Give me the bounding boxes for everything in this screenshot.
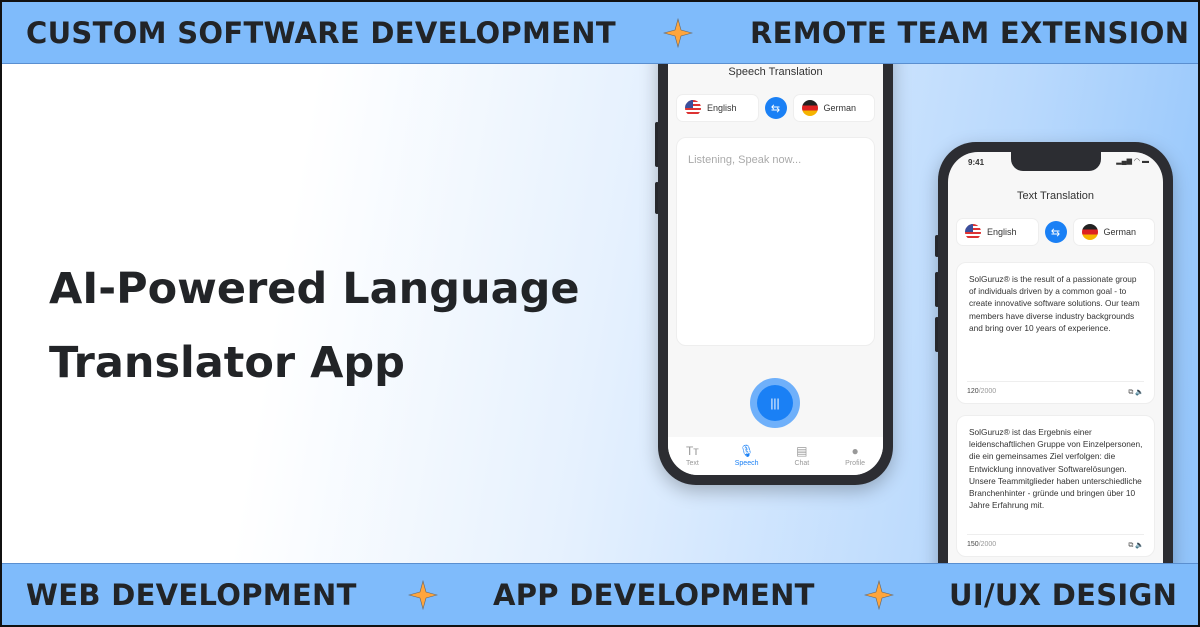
tab-profile[interactable]: ● Profile <box>845 444 866 468</box>
sparkle-icon <box>408 579 438 610</box>
target-language-select[interactable]: German <box>1072 218 1155 246</box>
tab-label: Profile <box>845 460 866 467</box>
lang-label: English <box>987 227 1017 237</box>
copy-speaker-icons[interactable]: ⧉ 🔈 <box>1128 541 1144 550</box>
translated-text-card: SolGuruz® ist das Ergebnis einer leidens… <box>956 415 1155 557</box>
text-phone: 9:41 ▂▄▆ ◠ ▬ Text Translation English ⇆ … <box>938 142 1173 625</box>
tab-speech[interactable]: 🎙 Speech <box>734 444 759 468</box>
tab-text[interactable]: Tт Text <box>685 444 699 468</box>
bottom-banner: WEB DEVELOPMENT APP DEVELOPMENT UI/UX DE… <box>2 563 1198 625</box>
source-text-card[interactable]: SolGuruz® is the result of a passionate … <box>956 262 1155 404</box>
us-flag-icon <box>965 224 981 240</box>
sparkle-icon <box>663 17 693 48</box>
copy-icon: ⧉ <box>1128 389 1134 396</box>
placeholder-text: Listening, Speak now... <box>688 154 802 166</box>
copy-icon: ⧉ <box>1128 542 1134 549</box>
tab-label: Speech <box>734 460 759 467</box>
headline-line: Translator App <box>49 338 405 388</box>
germany-flag-icon <box>801 100 818 116</box>
mic-button[interactable]: ||| <box>750 378 800 428</box>
status-icons: ▂▄▆ ◠ ▬ <box>1116 158 1149 165</box>
service-label: REMOTE TEAM EXTENSION <box>750 15 1190 50</box>
notch <box>1010 152 1101 171</box>
swap-arrows-icon[interactable]: ⇆ <box>764 97 787 119</box>
person-icon: ● <box>851 444 859 458</box>
translated-text: SolGuruz® ist das Ergebnis einer leidens… <box>969 427 1143 511</box>
headline: AI-Powered Language Translator App <box>49 252 580 400</box>
voice-wave-icon: ||| <box>757 385 793 421</box>
speech-input-area[interactable]: Listening, Speak now... <box>676 137 875 346</box>
target-language-select[interactable]: German <box>792 94 875 122</box>
char-count: 150/2000 <box>967 541 997 548</box>
tab-label: Text <box>685 460 699 467</box>
source-text: SolGuruz® is the result of a passionate … <box>969 274 1140 333</box>
sparkle-icon <box>864 579 894 610</box>
status-time: 9:41 <box>968 158 985 167</box>
germany-flag-icon <box>1081 224 1098 240</box>
us-flag-icon <box>685 100 701 116</box>
char-count: 120/2000 <box>967 388 997 395</box>
tab-label: Chat <box>794 460 810 467</box>
screen-title: Speech Translation <box>728 66 823 78</box>
swap-arrows-icon[interactable]: ⇆ <box>1044 221 1067 243</box>
speech-phone: Speech Translation English ⇆ German List… <box>658 22 893 485</box>
tab-chat[interactable]: ▤ Chat <box>794 444 810 468</box>
screen-title: Text Translation <box>1016 190 1095 202</box>
top-banner: CUSTOM SOFTWARE DEVELOPMENT REMOTE TEAM … <box>2 2 1198 64</box>
lang-label: English <box>707 103 737 113</box>
speaker-icon: 🔈 <box>1135 389 1144 396</box>
copy-speaker-icons[interactable]: ⧉ 🔈 <box>1128 388 1144 397</box>
speaker-icon: 🔈 <box>1135 542 1144 549</box>
microphone-icon: 🎙 <box>739 444 755 458</box>
service-label: APP DEVELOPMENT <box>493 577 815 612</box>
source-language-select[interactable]: English <box>956 218 1039 246</box>
service-label: CUSTOM SOFTWARE DEVELOPMENT <box>26 15 616 50</box>
promo-banner: CUSTOM SOFTWARE DEVELOPMENT REMOTE TEAM … <box>0 0 1200 627</box>
source-language-select[interactable]: English <box>676 94 759 122</box>
lang-label: German <box>823 103 857 113</box>
headline-line: AI-Powered Language <box>49 264 580 314</box>
text-size-icon: Tт <box>685 444 699 458</box>
chat-bubble-icon: ▤ <box>796 444 808 458</box>
lang-label: German <box>1103 227 1137 237</box>
service-label: UI/UX DESIGN <box>949 577 1178 612</box>
service-label: WEB DEVELOPMENT <box>26 577 357 612</box>
